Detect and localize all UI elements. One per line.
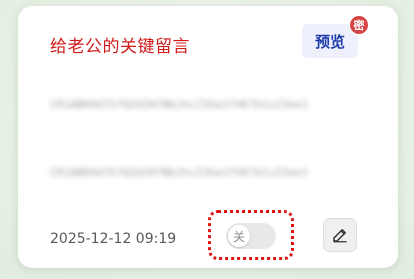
privacy-badge: 密 — [349, 15, 369, 35]
blurred-content-line: CR1AB04d7G7Q2U2H7BbJhcZ3Ge1TVK7b1vZ3ee1 — [50, 98, 309, 111]
message-timestamp: 2025-12-12 09:19 — [50, 231, 177, 247]
toggle-knob: 关 — [228, 225, 250, 247]
message-title: 给老公的关键留言 — [50, 37, 190, 57]
message-toggle-switch[interactable]: 关 — [226, 223, 276, 249]
message-card: 给老公的关键留言 预览 密 CR1AB04d7G7Q2U2H7BbJhcZ3Ge… — [18, 6, 398, 268]
edit-button[interactable] — [323, 218, 357, 252]
blurred-content-line: CR1AB04d7G7Q2U2H7BbJhcZ3Ge1TVK7b1vZ3ee1 — [50, 166, 309, 179]
pencil-icon — [333, 229, 347, 243]
